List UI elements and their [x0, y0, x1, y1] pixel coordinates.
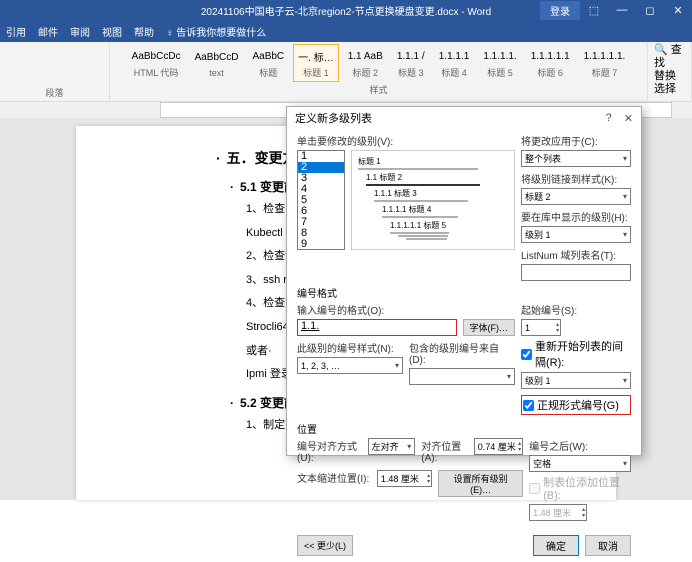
gallery-level-combo[interactable]: 级别 1	[521, 226, 631, 243]
position-section-label: 位置	[297, 421, 631, 436]
replace-button[interactable]: 替换	[654, 70, 685, 83]
listnum-input[interactable]	[521, 264, 631, 281]
align-combo[interactable]: 左对齐	[368, 438, 416, 455]
ok-button[interactable]: 确定	[533, 535, 579, 556]
maximize-icon[interactable]: ◻	[636, 0, 664, 20]
set-all-button[interactable]: 设置所有级别(E)…	[438, 470, 523, 497]
find-button[interactable]: 🔍 查找	[654, 44, 685, 70]
link-style-combo[interactable]: 标题 2	[521, 188, 631, 205]
tell-me-input[interactable]: ♀ 告诉我你想要做什么	[166, 24, 266, 39]
menu-item[interactable]: 邮件	[38, 24, 58, 39]
align-at-label: 对齐位置(A):	[421, 438, 467, 464]
style-gallery[interactable]: AaBbCcDcHTML 代码AaBbCcDtextAaBbC标题一. 标…标题…	[127, 44, 631, 82]
start-at-spin[interactable]: 1	[521, 319, 561, 336]
cancel-button[interactable]: 取消	[585, 535, 631, 556]
format-section-label: 编号格式	[297, 285, 631, 300]
apply-to-combo[interactable]: 整个列表	[521, 150, 631, 167]
help-icon[interactable]: ?	[606, 112, 612, 125]
number-format-input[interactable]: 1.1.	[297, 319, 457, 336]
align-at-spin[interactable]: 0.74 厘米	[474, 438, 523, 455]
tab-stop-checkbox[interactable]: 制表位添加位置(B):	[529, 474, 631, 502]
style-item[interactable]: 1.1.1 /标题 3	[392, 44, 430, 82]
menu-item[interactable]: 视图	[102, 24, 122, 39]
indent-label: 文本缩进位置(I):	[297, 470, 371, 485]
menu-bar: 引用 邮件 审阅 视图 帮助 ♀ 告诉我你想要做什么	[0, 20, 692, 42]
login-button[interactable]: 登录	[540, 1, 580, 20]
style-item[interactable]: 一. 标…标题 1	[293, 44, 339, 82]
multilevel-list-dialog: 定义新多级列表 ? ✕ 单击要修改的级别(V): 123456789 标题 1 …	[286, 106, 642, 456]
listnum-label: ListNum 域列表名(T):	[521, 247, 631, 262]
include-level-label: 包含的级别编号来自(D):	[409, 340, 515, 366]
style-item[interactable]: AaBbC标题	[247, 44, 289, 82]
ribbon-group-label: 样式	[369, 83, 387, 96]
minimize-icon[interactable]: —	[608, 0, 636, 20]
menu-item[interactable]: 引用	[6, 24, 26, 39]
ribbon-options-icon[interactable]: ⬚	[580, 0, 608, 20]
restart-level-combo[interactable]: 级别 1	[521, 372, 631, 389]
follow-label: 编号之后(W):	[529, 438, 631, 453]
number-style-combo[interactable]: 1, 2, 3, …	[297, 357, 403, 374]
legal-format-checkbox[interactable]: 正规形式编号(G)	[521, 395, 631, 415]
menu-item[interactable]: 审阅	[70, 24, 90, 39]
menu-item[interactable]: 帮助	[134, 24, 154, 39]
follow-combo[interactable]: 空格	[529, 455, 631, 472]
ribbon-group-label: 段落	[45, 86, 63, 99]
indent-spin[interactable]: 1.48 厘米	[377, 470, 432, 487]
document-title: 20241106中国电子云-北京region2-节点更换硬盘变更.docx - …	[201, 3, 491, 18]
style-item[interactable]: AaBbCcDcHTML 代码	[127, 44, 186, 82]
apply-to-label: 将更改应用于(C):	[521, 133, 631, 148]
tab-stop-spin: 1.48 厘米	[529, 504, 587, 521]
style-item[interactable]: 1.1.1.1.标题 5	[478, 44, 521, 82]
align-label: 编号对齐方式(U):	[297, 438, 362, 464]
number-style-label: 此级别的编号样式(N):	[297, 340, 403, 355]
restart-checkbox[interactable]: 重新开始列表的间隔(R):	[521, 338, 631, 370]
style-item[interactable]: 1.1.1.1.1.标题 7	[579, 44, 631, 82]
style-item[interactable]: AaBbCcDtext	[190, 46, 244, 81]
style-item[interactable]: 1.1.1.1.1标题 6	[526, 44, 575, 82]
include-level-combo[interactable]	[409, 368, 515, 385]
gallery-level-label: 要在库中显示的级别(H):	[521, 209, 631, 224]
dialog-title: 定义新多级列表	[295, 110, 372, 126]
style-item[interactable]: 1.1 AaB标题 2	[343, 44, 388, 82]
close-icon[interactable]: ✕	[664, 0, 692, 20]
ribbon: 段落 AaBbCcDcHTML 代码AaBbCcDtextAaBbC标题一. 标…	[0, 42, 692, 102]
less-button[interactable]: << 更少(L)	[297, 535, 353, 556]
font-button[interactable]: 字体(F)…	[463, 319, 516, 336]
link-style-label: 将级别链接到样式(K):	[521, 171, 631, 186]
number-format-label: 输入编号的格式(O):	[297, 302, 515, 317]
start-at-label: 起始编号(S):	[521, 302, 631, 317]
style-item[interactable]: 1.1.1.1标题 4	[434, 44, 475, 82]
level-listbox[interactable]: 123456789	[297, 150, 345, 250]
close-icon[interactable]: ✕	[624, 112, 633, 125]
level-label: 单击要修改的级别(V):	[297, 133, 515, 148]
preview-pane: 标题 1 1.1 标题 2 1.1.1 标题 3 1.1.1.1 标题 4 1.…	[351, 150, 515, 250]
select-button[interactable]: 选择	[654, 83, 685, 96]
